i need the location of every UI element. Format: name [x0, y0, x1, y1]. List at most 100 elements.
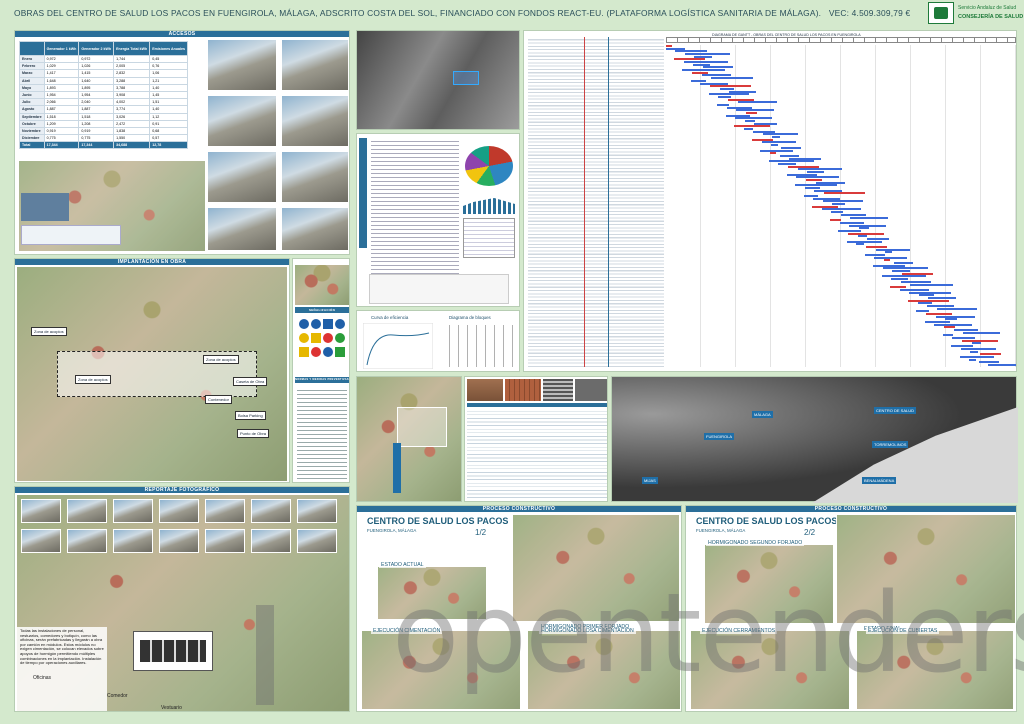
- gantt-bar: [988, 363, 1016, 366]
- gantt-bar: [917, 302, 932, 305]
- module-label-comedor: Comedor: [107, 693, 128, 699]
- gantt-bar: [701, 74, 731, 77]
- module-label-vestuario: Vestuario: [161, 705, 182, 711]
- gantt-bar: [892, 270, 911, 273]
- table-cell: 1,21: [149, 76, 189, 85]
- gantt-bar: [944, 326, 955, 329]
- table-cell: 4,002: [113, 98, 151, 107]
- area-label: MÁLAGA: [752, 411, 773, 418]
- gantt-bar: [909, 291, 952, 294]
- safety-signs: [297, 317, 347, 373]
- material-photo-3: [543, 379, 573, 401]
- gantt-bar: [970, 350, 979, 353]
- gantt-bar: [846, 240, 882, 243]
- table-cell: Marzo: [19, 69, 45, 78]
- gantt-bar: [832, 203, 846, 206]
- normas-band: NORMAS Y MEDIDAS PREVENTIVAS: [295, 377, 349, 383]
- table-cell: 3,288: [113, 76, 151, 85]
- gantt-bar: [813, 197, 841, 200]
- table-cell: Abril: [19, 76, 45, 85]
- gantt-bar: [780, 146, 801, 149]
- gantt-bar: [760, 149, 794, 152]
- report-photo: [113, 499, 153, 523]
- reportaje-panel: REPORTAJE FOTOGRÁFICO Todas las instalac…: [14, 486, 350, 712]
- gantt-bar: [770, 152, 776, 155]
- sea-area: [812, 407, 1018, 503]
- gantt-bar: [682, 69, 726, 72]
- table-cell: 12,78: [149, 141, 189, 150]
- mini-table: [463, 218, 515, 258]
- gantt-bar: [840, 213, 866, 216]
- table-cell: 1,550: [113, 134, 151, 143]
- table-cell: 1,45: [149, 90, 189, 100]
- gantt-bar: [815, 181, 845, 184]
- gantt-bar: [666, 47, 685, 50]
- gantt-bar: [804, 187, 820, 190]
- safety-sign-icon: [323, 319, 333, 329]
- safety-sign-icon: [335, 319, 345, 329]
- curves-panel: Curva de eficiencia Diagrama de bloques: [356, 310, 520, 372]
- material-photo-4: [575, 379, 607, 401]
- table-cell: Junio: [19, 90, 45, 100]
- table-header: [19, 41, 45, 56]
- photo-1: [207, 39, 277, 91]
- table-cell: 0,57: [149, 134, 189, 143]
- report-photo: [67, 529, 107, 553]
- gantt-bar: [916, 310, 930, 313]
- process-stage-label: HORMIGONADO SEGUNDO FORJADO: [706, 540, 805, 546]
- gantt-bar: [924, 321, 950, 324]
- area-label: TORREMOLINOS: [872, 441, 909, 448]
- gantt-bar: [711, 77, 754, 80]
- gantt-bar: [796, 176, 840, 179]
- gantt-bar: [690, 79, 706, 82]
- gantt-bar: [734, 125, 770, 128]
- photo-3: [207, 95, 277, 147]
- block-title: Diagrama de bloques: [449, 315, 491, 320]
- table-cell: 1,954: [43, 90, 80, 100]
- table-header: Energía Total kWh: [113, 41, 151, 56]
- gantt-bar: [821, 208, 861, 211]
- gantt-bar: [772, 136, 781, 139]
- table-cell: 1,06: [149, 69, 189, 78]
- gantt-bar: [778, 162, 797, 165]
- reportaje-band: REPORTAJE FOTOGRÁFICO: [15, 487, 349, 493]
- gantt-bar: [890, 286, 906, 289]
- gantt-bar: [693, 63, 711, 66]
- area-label: FUENGIROLA: [704, 433, 735, 440]
- seguridad-band: SEÑALIZACIÓN: [295, 307, 349, 313]
- site-text: Todas las instalaciones de personal, ves…: [20, 628, 104, 666]
- table-cell: Julio: [19, 98, 45, 107]
- table-cell: 17,344: [43, 141, 80, 150]
- table-cell: 2,066: [43, 98, 80, 107]
- table-row: Septiembre 1,518 1,518 3,026 1,12: [19, 112, 189, 121]
- process-stage-label: ESTADO ACTUAL: [379, 562, 426, 568]
- table-cell: 3,774: [113, 105, 151, 114]
- gantt-bar: [726, 106, 752, 109]
- gantt-bar: [969, 358, 977, 361]
- photo-7: [207, 207, 277, 251]
- table-cell: 1,954: [78, 90, 115, 100]
- materials-panel: [464, 376, 608, 502]
- gantt-bar: [729, 90, 757, 93]
- section-drawing: [369, 274, 509, 304]
- photo-6: [281, 151, 349, 203]
- table-cell: Agosto: [19, 105, 45, 114]
- vec-amount: VEC: 4.509.309,79 €: [828, 8, 911, 18]
- watermark-bar: [256, 605, 274, 705]
- table-cell: 3,026: [113, 112, 151, 121]
- gantt-bar: [885, 251, 893, 254]
- table-cell: 1,209: [43, 119, 80, 128]
- gantt-bar: [849, 224, 887, 227]
- table-cell: 1,208: [78, 119, 115, 128]
- junta-logo: Servicio Andaluz de Salud CONSEJERÍA DE …: [928, 2, 1023, 26]
- site-highlight: [453, 71, 479, 85]
- site-text-box: Todas las instalaciones de personal, ves…: [17, 627, 107, 711]
- gantt-bar: [971, 342, 981, 345]
- legend-strip: [21, 225, 121, 245]
- safety-sign-icon: [299, 347, 309, 357]
- implantacion-panel: IMPLANTACIÓN EN OBRA Zona de acopios Zon…: [14, 258, 290, 483]
- material-photo-1: [467, 379, 503, 401]
- gantt-bar: [884, 259, 890, 262]
- efficiency-curve: [363, 323, 433, 369]
- gantt-bar: [743, 128, 753, 131]
